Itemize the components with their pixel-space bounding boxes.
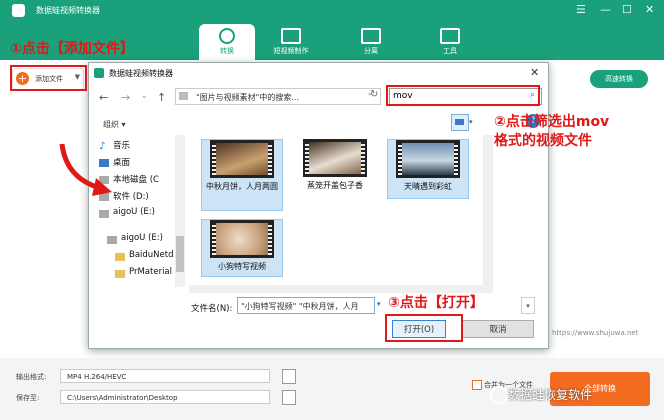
add-file-highlight	[10, 65, 87, 91]
step2-callout-line1: ②点击筛选出mov	[494, 114, 610, 130]
merge-checkbox[interactable]	[472, 380, 482, 390]
file-name: 天晴遇到彩虹	[404, 182, 452, 191]
view-icon	[455, 119, 464, 125]
tab-convert[interactable]: 转换	[199, 24, 255, 60]
tab-label: 短视频制作	[273, 47, 309, 55]
dialog-close-button[interactable]: ✕	[530, 66, 539, 79]
app-title: 数据蛙视频转换器	[36, 6, 100, 15]
tab-label: 分离	[364, 47, 378, 55]
video-thumbnail	[396, 140, 460, 178]
app-icon	[94, 68, 104, 78]
close-button[interactable]: ✕	[645, 3, 654, 16]
search-highlight	[386, 85, 540, 106]
output-format-label: 输出格式:	[16, 373, 47, 381]
up-button[interactable]: ↑	[157, 91, 166, 104]
step3-callout: ③点击【打开】	[388, 295, 484, 311]
address-bar[interactable]: "图片与视频素材"中的搜索...	[175, 88, 381, 105]
high-speed-button[interactable]: 高速转换	[590, 70, 648, 88]
website-link[interactable]: https://www.shujuwa.net	[552, 329, 638, 337]
tree-item-drive-d[interactable]: 软件 (D:)	[113, 190, 149, 202]
convert-icon	[219, 28, 235, 44]
output-format-select[interactable]: MP4 H.264/HEVC	[60, 369, 270, 383]
cancel-button[interactable]: 取消	[462, 320, 534, 338]
drive-icon	[107, 236, 117, 244]
watermark: 数据蛙恢复软件	[508, 388, 593, 402]
minimize-button[interactable]: —	[600, 3, 611, 16]
dialog-title: 数据蛙视频转换器	[109, 69, 173, 78]
video-thumbnail	[303, 139, 367, 177]
file-list-scrollbar[interactable]	[483, 135, 493, 287]
file-name: 蒸笼开盖包子香	[307, 181, 363, 190]
watermark-logo-icon	[490, 386, 508, 404]
step1-callout: ①点击【添加文件】	[10, 41, 134, 57]
arrow-icon	[59, 143, 112, 196]
recent-dropdown[interactable]: ⌄	[141, 91, 148, 100]
video-thumbnail	[210, 140, 274, 178]
file-list: 中秋月饼，人月两圆 蒸笼开盖包子香 天晴遇到彩虹 小狗特写视频	[197, 135, 483, 287]
filename-label: 文件名(N):	[191, 304, 233, 314]
file-name: 小狗特写视频	[218, 262, 266, 271]
chevron-down-icon[interactable]: ▾	[377, 300, 381, 308]
step2-callout-line2: 格式的视频文件	[494, 133, 592, 149]
tree-scroll-thumb[interactable]	[176, 236, 184, 272]
app-logo-icon	[12, 4, 25, 17]
tree-item-aigou[interactable]: aigoU (E:)	[121, 233, 163, 243]
organize-menu[interactable]: 组织 ▾	[103, 119, 126, 130]
tab-label: 转换	[220, 47, 234, 55]
file-name: 中秋月饼，人月两圆	[206, 182, 278, 191]
menu-icon[interactable]: ☰	[576, 3, 586, 16]
video-thumbnail	[210, 220, 274, 258]
separate-icon	[361, 28, 381, 44]
tab-label: 工具	[443, 47, 457, 55]
forward-button[interactable]: →	[121, 91, 130, 104]
file-type-dropdown[interactable]: ▾	[521, 297, 535, 314]
file-item[interactable]: 中秋月饼，人月两圆	[201, 139, 283, 211]
file-item[interactable]: 蒸笼开盖包子香	[295, 139, 375, 191]
tab-tools[interactable]: 工具	[422, 24, 478, 60]
folder-icon	[115, 253, 125, 261]
tree-item-baidunetdisk[interactable]: BaiduNetd	[129, 250, 174, 260]
tree-item-prmaterial[interactable]: PrMaterial	[129, 267, 172, 277]
save-to-label: 保存至:	[16, 394, 40, 402]
tab-separate[interactable]: 分离	[343, 24, 399, 60]
folder-icon[interactable]	[282, 390, 296, 405]
save-path-field[interactable]: C:\Users\Administrator\Desktop	[60, 390, 270, 404]
file-item[interactable]: 小狗特写视频	[201, 219, 283, 277]
chevron-down-icon[interactable]: ▾	[469, 118, 473, 126]
tree-item-drive-c[interactable]: 本地磁盘 (C	[113, 173, 159, 185]
folder-icon	[115, 270, 125, 278]
folder-icon	[179, 92, 188, 100]
tab-short-video[interactable]: 短视频制作	[263, 24, 319, 60]
filename-input[interactable]: "小狗特写视频" "中秋月饼，人月	[237, 297, 375, 314]
tree-item-drive-e[interactable]: aigoU (E:)	[113, 207, 155, 217]
back-button[interactable]: ←	[99, 91, 108, 104]
view-mode-button[interactable]	[451, 114, 469, 131]
refresh-icon[interactable]: ↻	[370, 89, 384, 104]
open-button-highlight	[385, 314, 463, 342]
toolbox-icon	[440, 28, 460, 44]
file-item[interactable]: 天晴遇到彩虹	[387, 139, 469, 199]
settings-icon[interactable]	[282, 369, 296, 384]
drive-icon	[99, 210, 109, 218]
maximize-button[interactable]: ☐	[622, 3, 632, 16]
video-icon	[281, 28, 301, 44]
